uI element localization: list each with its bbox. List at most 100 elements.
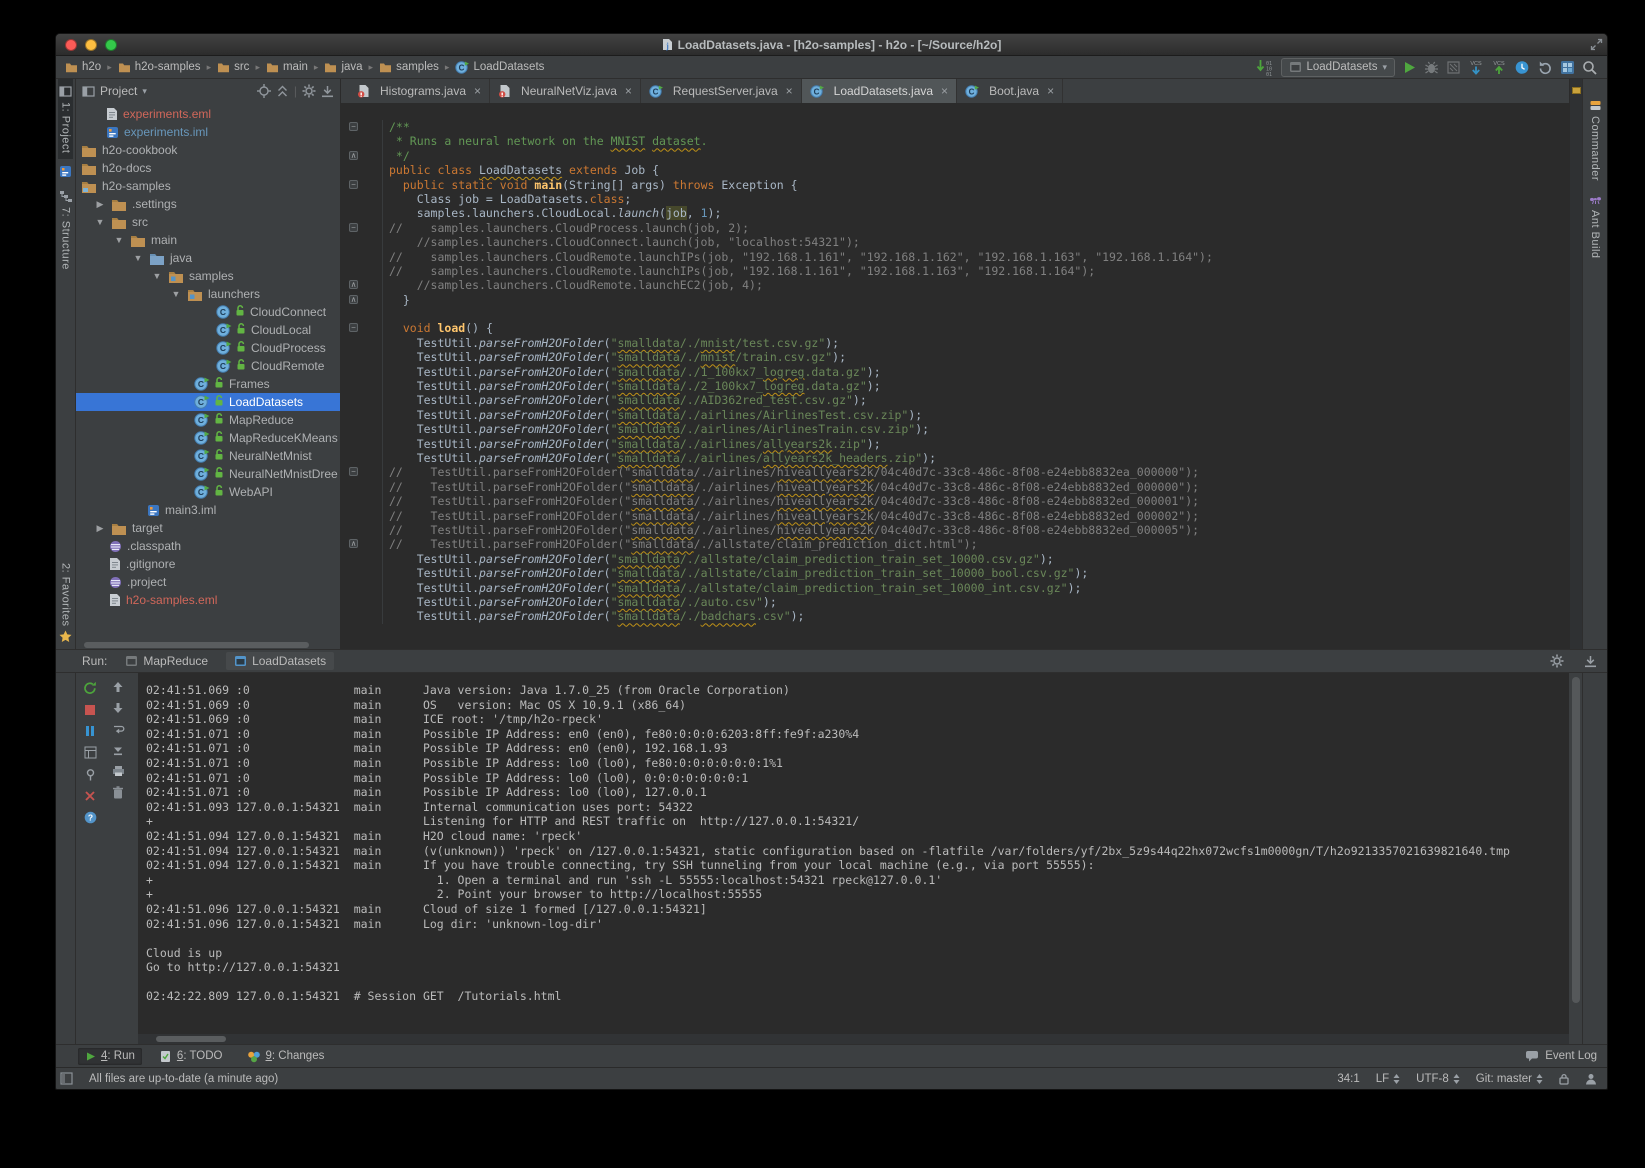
- stripe-tab-2: Favorites[interactable]: 2: Favorites: [58, 557, 73, 649]
- project-structure-button[interactable]: [1560, 60, 1575, 75]
- editor-gutter[interactable]: [341, 437, 383, 451]
- toggle-stripes-icon[interactable]: [60, 1072, 73, 1085]
- tree-item-h2o-samples[interactable]: h2o-samples: [76, 177, 340, 195]
- close-tab-icon[interactable]: ×: [1047, 84, 1054, 98]
- editor-gutter[interactable]: ∧: [341, 149, 383, 163]
- tree-item-h2o-samples.eml[interactable]: h2o-samples.eml: [76, 591, 340, 609]
- tree-item-launchers[interactable]: ▼launchers: [76, 285, 340, 303]
- vcs-branch-selector[interactable]: Git: master: [1476, 1073, 1543, 1085]
- close-window-button[interactable]: [65, 39, 77, 51]
- error-stripe[interactable]: [1569, 79, 1582, 649]
- editor-gutter[interactable]: [341, 393, 383, 407]
- editor-gutter[interactable]: [341, 264, 383, 278]
- tree-item-CloudLocal[interactable]: CCloudLocal: [76, 321, 340, 339]
- breadcrumb-item-h2o[interactable]: h2o: [62, 60, 104, 74]
- process-tab-MapReduce[interactable]: MapReduce: [117, 652, 216, 670]
- editor-tab-LoadDatasets.java[interactable]: CLoadDatasets.java×: [802, 79, 957, 103]
- tree-item-.project[interactable]: .project: [76, 573, 340, 591]
- clear-button[interactable]: [112, 786, 124, 799]
- print-button[interactable]: [112, 765, 125, 777]
- fold-marker-icon[interactable]: ∧: [349, 280, 358, 289]
- fold-marker-icon[interactable]: ∧: [349, 151, 358, 160]
- breadcrumb-item-src[interactable]: src: [214, 60, 252, 74]
- collapsed-arrow-icon[interactable]: ▶: [89, 523, 111, 534]
- stop-button[interactable]: [84, 704, 96, 716]
- fold-marker-icon[interactable]: −: [349, 223, 358, 232]
- breadcrumb-item-samples[interactable]: samples: [376, 60, 442, 74]
- editor-gutter[interactable]: [341, 552, 383, 566]
- editor-gutter[interactable]: [341, 480, 383, 494]
- event-log-button[interactable]: Event Log: [1525, 1050, 1597, 1062]
- stripe-tab-7: Structure[interactable]: 7: Structure: [58, 184, 73, 276]
- tree-item-target[interactable]: ▶target: [76, 519, 340, 537]
- tree-item-h2o-docs[interactable]: h2o-docs: [76, 159, 340, 177]
- search-everywhere-button[interactable]: [1582, 60, 1597, 75]
- breadcrumb-item-java[interactable]: java: [321, 60, 365, 74]
- tree-item-experiments.iml[interactable]: experiments.iml: [76, 123, 340, 141]
- fold-marker-icon[interactable]: −: [349, 180, 358, 189]
- tree-item-h2o-cookbook[interactable]: h2o-cookbook: [76, 141, 340, 159]
- console-output[interactable]: 02:41:51.069 :0 main Java version: Java …: [138, 673, 1569, 1044]
- editor-gutter[interactable]: [341, 365, 383, 379]
- editor-gutter[interactable]: [341, 566, 383, 580]
- tree-item-main[interactable]: ▼main: [76, 231, 340, 249]
- editor-gutter[interactable]: [341, 192, 383, 206]
- editor-gutter[interactable]: [341, 163, 383, 177]
- incoming-changes-icon[interactable]: 011001: [1256, 59, 1274, 76]
- console-horizontal-scrollbar[interactable]: [138, 1034, 1569, 1044]
- chevron-down-icon[interactable]: ▾: [142, 86, 147, 97]
- editor-gutter[interactable]: [341, 609, 383, 623]
- tree-item-WebAPI[interactable]: CWebAPI: [76, 483, 340, 501]
- minimize-window-button[interactable]: [85, 39, 97, 51]
- expanded-arrow-icon[interactable]: ▼: [146, 271, 168, 281]
- editor-gutter[interactable]: [341, 235, 383, 249]
- editor-gutter[interactable]: −: [341, 321, 383, 335]
- editor-gutter[interactable]: [341, 206, 383, 220]
- editor-gutter[interactable]: [341, 595, 383, 609]
- editor-gutter[interactable]: ∧: [341, 278, 383, 292]
- tree-item-.classpath[interactable]: .classpath: [76, 537, 340, 555]
- editor-gutter[interactable]: ∧: [341, 293, 383, 307]
- editor-tab-Histograms.java[interactable]: Histograms.java×: [349, 79, 490, 103]
- editor-gutter[interactable]: [341, 422, 383, 436]
- close-tab-icon[interactable]: ×: [474, 84, 481, 98]
- coverage-button[interactable]: [1446, 60, 1461, 75]
- soft-wrap-button[interactable]: [112, 723, 125, 735]
- gear-icon[interactable]: [1550, 654, 1564, 668]
- tree-item-samples[interactable]: ▼samples: [76, 267, 340, 285]
- hide-panel-icon[interactable]: [1584, 655, 1597, 668]
- scroll-end-button[interactable]: [112, 744, 124, 756]
- editor-gutter[interactable]: [341, 581, 383, 595]
- up-button[interactable]: [112, 681, 124, 693]
- tool-window-button-6: TODO[interactable]: 6: TODO: [152, 1048, 230, 1065]
- close-tab-icon[interactable]: ×: [941, 84, 948, 98]
- debug-button[interactable]: [1424, 60, 1439, 75]
- stripe-tab-tool[interactable]: [58, 159, 73, 184]
- editor-gutter[interactable]: [341, 250, 383, 264]
- fold-marker-icon[interactable]: ∧: [349, 539, 358, 548]
- project-horizontal-scrollbar[interactable]: [76, 640, 340, 649]
- hide-panel-icon[interactable]: [321, 85, 334, 98]
- tree-item-main3.iml[interactable]: main3.iml: [76, 501, 340, 519]
- rollback-button[interactable]: [1537, 60, 1553, 75]
- locate-icon[interactable]: [257, 84, 271, 98]
- tree-item-java[interactable]: ▼java: [76, 249, 340, 267]
- file-status-marker[interactable]: [1572, 87, 1581, 94]
- editor-gutter[interactable]: −: [341, 221, 383, 235]
- fold-marker-icon[interactable]: −: [349, 467, 358, 476]
- editor-gutter[interactable]: [341, 451, 383, 465]
- vcs-commit-button[interactable]: VCS: [1491, 59, 1507, 76]
- fold-marker-icon[interactable]: ∧: [349, 295, 358, 304]
- run-configuration-selector[interactable]: LoadDatasets▾: [1281, 58, 1396, 77]
- tree-item-CloudProcess[interactable]: CCloudProcess: [76, 339, 340, 357]
- hector-icon[interactable]: [1585, 1073, 1597, 1085]
- tool-window-button-9: Changes[interactable]: 9: Changes: [240, 1048, 332, 1065]
- rerun-button[interactable]: [83, 681, 97, 695]
- tree-item-Frames[interactable]: CFrames: [76, 375, 340, 393]
- pin-button[interactable]: [84, 768, 97, 781]
- stripe-tab-Ant Build[interactable]: Ant Build: [1588, 187, 1603, 265]
- stripe-tab-Commander[interactable]: Commander: [1588, 93, 1603, 187]
- pause-button[interactable]: [84, 725, 96, 737]
- editor-tab-RequestServer.java[interactable]: CRequestServer.java×: [641, 79, 802, 103]
- expanded-arrow-icon[interactable]: ▼: [108, 235, 130, 245]
